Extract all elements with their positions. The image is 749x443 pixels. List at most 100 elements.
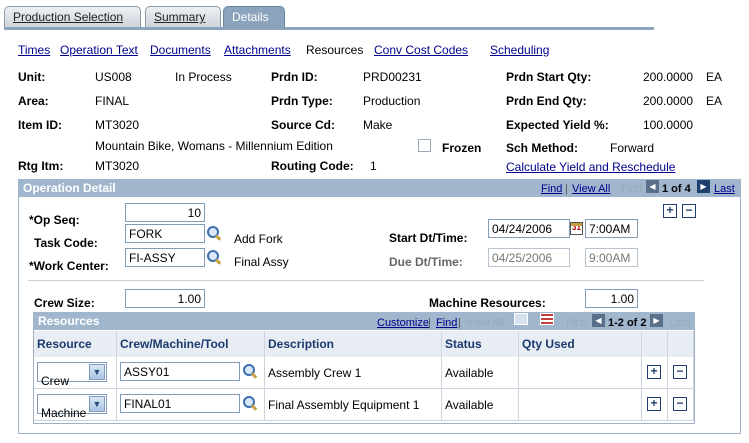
due-dt-label: Due Dt/Time:	[389, 255, 463, 269]
op-delete-row-icon[interactable]: −	[682, 204, 696, 218]
work-center-description: Final Assy	[234, 255, 289, 269]
link-conv-cost-codes[interactable]: Conv Cost Codes	[374, 43, 468, 57]
crew-size-label: Crew Size:	[34, 296, 95, 310]
tab-details[interactable]: Details	[223, 6, 285, 28]
chevron-down-icon[interactable]: ▼	[89, 364, 105, 380]
op-seq-input[interactable]	[125, 203, 205, 222]
res-separator: |	[458, 317, 461, 329]
op-prev-arrow-icon[interactable]: ◀	[646, 180, 659, 193]
frozen-checkbox[interactable]	[418, 139, 431, 152]
machine-resources-input[interactable]	[585, 289, 638, 308]
task-code-label: Task Code:	[34, 236, 98, 250]
routing-label: Routing Code:	[271, 159, 354, 173]
start-qty-value: 200.0000	[643, 70, 694, 84]
chevron-down-icon[interactable]: ▼	[89, 396, 105, 412]
tab-label: Production Selection	[13, 10, 124, 24]
sch-method-value: Forward	[610, 141, 655, 155]
unit-label: Unit:	[18, 70, 46, 84]
add-row-icon[interactable]: +	[647, 397, 661, 411]
delete-cell: −	[668, 357, 694, 389]
due-date-input	[488, 248, 570, 267]
tab-underline	[4, 27, 654, 30]
machine-resources-label: Machine Resources:	[429, 296, 546, 310]
start-qty-label: Prdn Start Qty:	[506, 70, 592, 84]
res-count: 1-2 of 2	[608, 317, 647, 329]
task-code-lookup-icon[interactable]	[206, 225, 222, 241]
add-cell: +	[642, 357, 668, 389]
area-value: FINAL	[95, 94, 130, 108]
work-center-label: *Work Center:	[29, 259, 109, 273]
resource-select[interactable]: Machine ▼	[37, 394, 107, 420]
qty-used-cell	[519, 389, 642, 421]
description-cell: Assembly Crew 1	[265, 357, 442, 389]
tab-production-selection[interactable]: Production Selection	[4, 6, 141, 28]
column-header-qty-used: Qty Used	[519, 331, 642, 357]
download-icon[interactable]	[514, 313, 528, 325]
op-count: 1 of 4	[662, 183, 691, 195]
delete-row-icon[interactable]: −	[673, 365, 687, 379]
op-separator: |	[565, 183, 568, 195]
op-add-row-icon[interactable]: +	[663, 204, 677, 218]
table-row: Machine ▼	[34, 389, 117, 421]
source-value: Make	[363, 118, 393, 132]
op-next-arrow-icon[interactable]: ▶	[697, 180, 710, 193]
res-find-link[interactable]: Find	[436, 317, 457, 329]
tool-cell	[117, 357, 265, 389]
yield-label: Expected Yield %:	[506, 118, 609, 132]
res-next-arrow-icon[interactable]: ▶	[650, 314, 663, 327]
res-prev-arrow-icon[interactable]: ◀	[592, 314, 605, 327]
tool-input[interactable]	[120, 362, 240, 381]
frozen-label: Frozen	[442, 141, 482, 155]
area-label: Area:	[18, 94, 49, 108]
tab-summary[interactable]: Summary	[145, 6, 221, 28]
delete-cell: −	[668, 389, 694, 421]
start-qty-uom: EA	[706, 70, 723, 84]
yield-value: 100.0000	[643, 118, 694, 132]
prdn-type-label: Prdn Type:	[271, 94, 333, 108]
column-header-resource: Resource	[34, 331, 117, 357]
current-resources: Resources	[306, 43, 364, 57]
status-value: In Process	[175, 70, 232, 84]
crew-size-input[interactable]	[125, 289, 205, 308]
resource-select[interactable]: Crew ▼	[37, 362, 107, 388]
resource-select-value: Crew	[41, 374, 70, 388]
op-last-link[interactable]: Last	[714, 183, 735, 195]
add-row-icon[interactable]: +	[647, 365, 661, 379]
column-header-status: Status	[442, 331, 519, 357]
res-separator: |	[428, 317, 431, 329]
calculate-yield-link[interactable]: Calculate Yield and Reschedule	[506, 160, 675, 174]
grid-view-icon[interactable]	[540, 313, 554, 325]
op-find-link[interactable]: Find	[541, 183, 562, 195]
tool-lookup-icon[interactable]	[242, 363, 258, 379]
op-view-all-link[interactable]: View All	[572, 183, 610, 195]
sch-method-label: Sch Method:	[506, 141, 578, 155]
op-seq-label: *Op Seq:	[29, 213, 80, 227]
tool-input[interactable]	[120, 394, 240, 413]
task-code-input[interactable]	[125, 224, 205, 243]
delete-row-icon[interactable]: −	[673, 397, 687, 411]
res-customize-link[interactable]: Customize	[377, 317, 429, 329]
routing-value: 1	[370, 159, 377, 173]
tool-lookup-icon[interactable]	[242, 395, 258, 411]
rtg-value: MT3020	[95, 159, 140, 173]
start-time-input[interactable]	[585, 219, 638, 238]
due-time-input	[585, 248, 638, 267]
link-times[interactable]: Times	[18, 43, 50, 57]
link-documents[interactable]: Documents	[150, 43, 211, 57]
res-first-label: First	[566, 317, 588, 329]
start-date-input[interactable]	[488, 219, 570, 238]
column-header-add	[642, 331, 668, 357]
link-operation-text[interactable]: Operation Text	[60, 43, 138, 57]
column-header-tool: Crew/Machine/Tool	[117, 331, 265, 357]
start-date-calendar-icon[interactable]: 31	[570, 222, 583, 235]
link-scheduling[interactable]: Scheduling	[490, 43, 549, 57]
description-cell: Final Assembly Equipment 1	[265, 389, 442, 421]
tool-cell	[117, 389, 265, 421]
link-attachments[interactable]: Attachments	[224, 43, 291, 57]
work-center-input[interactable]	[125, 248, 205, 267]
work-center-lookup-icon[interactable]	[206, 249, 222, 265]
status-cell: Available	[442, 357, 519, 389]
item-label: Item ID:	[18, 118, 63, 132]
qty-used-cell	[519, 357, 642, 389]
section-divider	[28, 280, 704, 281]
